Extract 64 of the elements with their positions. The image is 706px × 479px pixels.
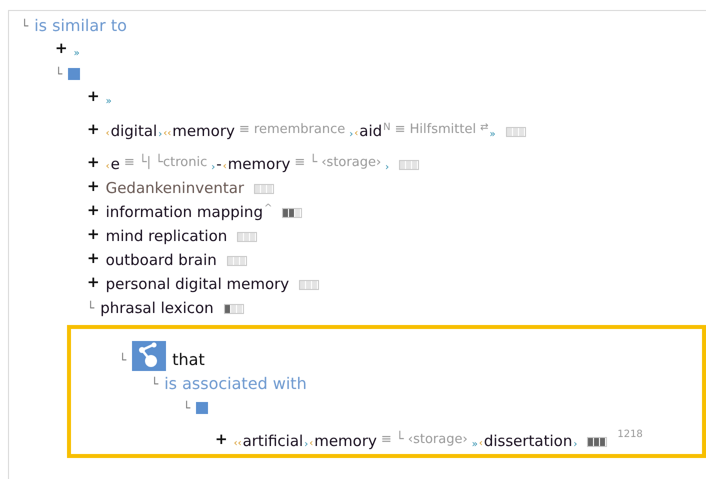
- gloss-text: ≡ remembrance: [238, 122, 346, 137]
- superscript-mark: ⇄: [480, 122, 488, 133]
- superscript-mark: ^: [264, 203, 272, 214]
- term-text: artificial: [242, 432, 304, 450]
- bracket-mark: ‹: [106, 161, 110, 172]
- count-text: 1218: [617, 429, 643, 440]
- term-text: memory: [314, 432, 377, 450]
- gloss-text: ≡ Hilfsmittel: [394, 122, 476, 137]
- expand-toggle[interactable]: +: [87, 249, 100, 267]
- term-text: information mapping: [106, 203, 263, 221]
- term-text: mind replication: [106, 227, 228, 245]
- term-text: outboard brain: [106, 251, 217, 269]
- expand-toggle[interactable]: +: [87, 153, 100, 171]
- expand-toggle[interactable]: +: [215, 430, 228, 448]
- tree-connector: └: [119, 353, 126, 367]
- bracket-mark: »: [106, 96, 112, 107]
- bracket-mark: ‹: [478, 438, 483, 449]
- bracket-mark: ›: [385, 162, 390, 173]
- tree-connector: └: [151, 377, 158, 391]
- bracket-mark: »: [472, 439, 478, 450]
- expand-toggle[interactable]: +: [87, 87, 100, 105]
- expand-toggle[interactable]: +: [87, 225, 100, 243]
- term-text: e: [110, 155, 120, 173]
- bracket-mark: ‹‹: [163, 128, 172, 139]
- bracket-mark: ‹: [354, 128, 358, 139]
- bracket-mark: ‹: [106, 128, 110, 139]
- superscript-mark: N: [383, 122, 391, 133]
- bracket-mark: ›: [211, 162, 216, 173]
- bracket-mark: ›: [158, 129, 162, 140]
- term-text: memory: [228, 155, 290, 173]
- expand-toggle[interactable]: +: [87, 177, 100, 195]
- bracket-mark: ‹: [222, 161, 227, 172]
- term-text: memory: [172, 122, 235, 140]
- bracket-mark: »: [74, 48, 80, 59]
- relation-label: is associated with: [164, 374, 307, 393]
- expand-toggle[interactable]: +: [87, 201, 100, 219]
- tree-connector: └: [21, 19, 28, 33]
- tree-connector: └: [183, 401, 190, 415]
- bracket-mark: ‹‹: [234, 438, 242, 449]
- expand-toggle[interactable]: +: [87, 120, 100, 138]
- term-text: aid: [359, 122, 382, 140]
- relation-label: is similar to: [34, 16, 127, 35]
- term-text: digital: [110, 122, 158, 140]
- gloss-text: ≡ └ ‹storage›: [380, 432, 468, 447]
- pattern-label: that: [172, 350, 205, 369]
- bracket-mark: ›: [304, 439, 308, 450]
- branch-node-icon: [132, 341, 166, 371]
- gloss-text: ≡ └ ‹storage›: [294, 155, 382, 170]
- term-text: phrasal lexicon: [100, 299, 214, 317]
- tree-connector: └: [55, 67, 62, 81]
- term-text: dissertation: [484, 432, 572, 450]
- bracket-mark: ‹: [309, 438, 314, 449]
- term-text: -: [216, 155, 222, 173]
- expand-toggle[interactable]: +: [87, 273, 100, 291]
- bracket-mark: »: [489, 129, 496, 140]
- term-text: personal digital memory: [106, 275, 290, 293]
- expand-toggle[interactable]: +: [55, 39, 68, 57]
- node-square-icon: [196, 402, 208, 414]
- tree-connector: └: [87, 301, 94, 315]
- gloss-text: ≡ └| └ctronic: [124, 155, 208, 170]
- bracket-mark: ›: [349, 129, 354, 140]
- bracket-mark: ›: [573, 439, 578, 450]
- term-text: Gedankeninventar: [106, 179, 244, 197]
- node-square-icon: [68, 68, 80, 80]
